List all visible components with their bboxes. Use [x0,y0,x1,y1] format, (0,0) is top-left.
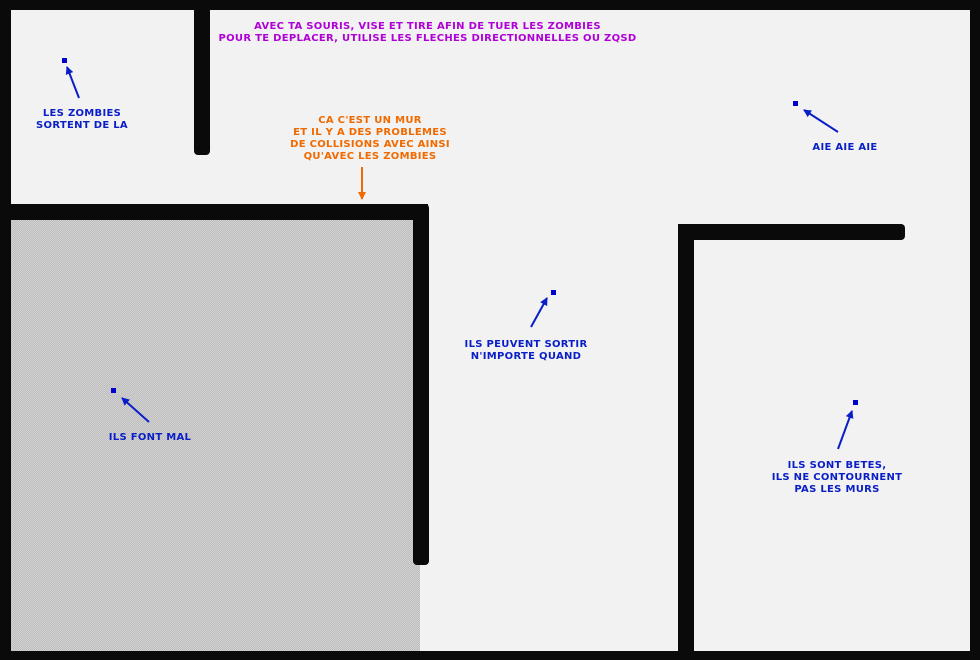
annotation-line: ILS FONT MAL [108,432,192,443]
arrow-up-right-icon [121,397,150,423]
instructions-line: AVEC TA SOURIS, VISE ET TIRE AFIN DE TUE… [254,21,601,32]
game-map[interactable]: AVEC TA SOURIS, VISE ET TIRE AFIN DE TUE… [0,0,980,660]
instructions-line: POUR TE DEPLACER, UTILISE LES FLECHES DI… [218,33,637,44]
dumb-annotation: ILS SONT BETES, ILS NE CONTOURNENT PAS L… [764,460,910,496]
arrow-up-right-icon [803,109,839,133]
annotation-line: AIE AIE AIE [812,142,878,153]
instructions-text: AVEC TA SOURIS, VISE ET TIRE AFIN DE TUE… [215,21,640,45]
annotation-line: ILS PEUVENT SORTIR [464,339,588,350]
ouch-annotation: AIE AIE AIE [800,142,890,154]
wall-note: CA C'EST UN MUR ET IL Y A DES PROBLEMES … [284,115,456,163]
arrow-up-right-icon [65,66,80,99]
wall-note-line: DE COLLISIONS AVEC AINSI [290,139,450,150]
arrow-up-right-icon [837,410,854,450]
annotation-arrows [65,66,854,450]
spawn-annotation: LES ZOMBIES SORTENT DE LA [26,108,138,132]
annotation-line: SORTENT DE LA [36,120,128,131]
annotation-line: PAS LES MURS [794,484,880,495]
annotation-line: N'IMPORTE QUAND [470,351,582,362]
annotation-line: LES ZOMBIES [42,108,122,119]
anytime-annotation: ILS PEUVENT SORTIR N'IMPORTE QUAND [456,339,596,363]
wall-note-line: CA C'EST UN MUR [318,115,422,126]
hurt-annotation: ILS FONT MAL [100,432,200,444]
wall-note-line: QU'AVEC LES ZOMBIES [303,151,437,162]
arrow-up-right-icon [530,297,548,328]
annotation-line: ILS SONT BETES, [787,460,887,471]
wall-note-line: ET IL Y A DES PROBLEMES [293,127,447,138]
annotation-line: ILS NE CONTOURNENT [771,472,903,483]
